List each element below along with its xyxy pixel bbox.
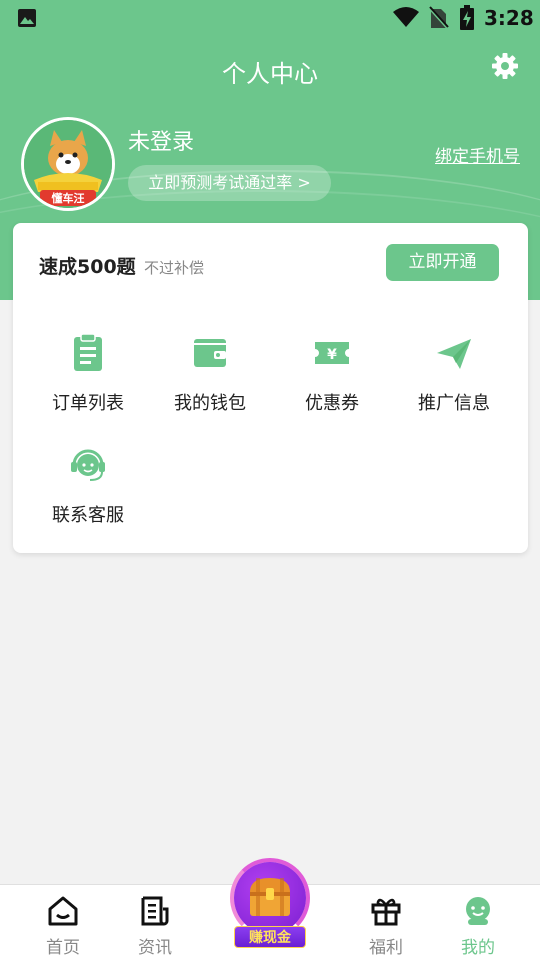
tab-label: 首页	[46, 938, 80, 958]
menu-item-customer-service[interactable]: 联系客服	[26, 445, 150, 545]
dog-mascot-icon: 懂车汪	[24, 120, 112, 208]
menu-item-promotion[interactable]: 推广信息	[392, 333, 516, 433]
menu-item-label: 订单列表	[52, 393, 124, 414]
svg-text:¥: ¥	[327, 347, 337, 363]
activate-now-button[interactable]: 立即开通	[386, 244, 499, 281]
status-bar: 3:28	[0, 0, 540, 36]
news-icon	[141, 896, 169, 926]
clipboard-icon	[74, 333, 102, 371]
predict-pass-rate-button[interactable]: 立即预测考试通过率 >	[128, 165, 331, 201]
earn-cash-label: 赚现金	[234, 926, 306, 948]
gear-icon[interactable]	[490, 51, 520, 81]
status-time: 3:28	[484, 6, 534, 30]
no-sim-icon	[428, 6, 449, 29]
menu-item-label: 推广信息	[418, 393, 490, 414]
tab-label: 福利	[369, 938, 403, 958]
menu-item-wallet[interactable]: 我的钱包	[148, 333, 272, 433]
gift-icon	[371, 898, 401, 926]
menu-item-label: 我的钱包	[174, 393, 246, 414]
wifi-icon	[393, 7, 419, 27]
promo-subtitle: 不过补偿	[144, 259, 205, 277]
tab-news[interactable]: 资讯	[110, 885, 200, 960]
tab-welfare[interactable]: 福利	[341, 885, 431, 960]
treasure-chest-icon	[250, 878, 290, 916]
promo-card: 速成500题 不过补偿 立即开通 订单列表 我的钱包 ¥ 优惠券 推广信息 联系…	[13, 223, 528, 553]
tab-home[interactable]: 首页	[18, 885, 108, 960]
battery-charging-icon	[460, 5, 474, 30]
profile-icon	[466, 897, 490, 925]
tab-label: 我的	[461, 938, 495, 958]
avatar[interactable]: 懂车汪	[21, 117, 115, 211]
wallet-icon	[194, 339, 226, 367]
tab-label: 资讯	[138, 938, 172, 958]
page-title: 个人中心	[222, 60, 318, 88]
menu-item-orders[interactable]: 订单列表	[26, 333, 150, 433]
paper-plane-icon	[437, 339, 471, 369]
tab-mine[interactable]: 我的	[433, 885, 523, 960]
home-icon	[48, 896, 78, 926]
customer-service-icon	[71, 449, 105, 481]
promo-title: 速成500题	[39, 256, 136, 278]
tab-earn-cash[interactable]: 赚现金	[228, 858, 312, 954]
bind-phone-link[interactable]: 绑定手机号	[420, 142, 520, 167]
image-icon	[18, 9, 36, 27]
login-status[interactable]: 未登录	[128, 124, 194, 156]
coupon-icon: ¥	[315, 342, 349, 364]
menu-item-label: 联系客服	[52, 505, 124, 526]
menu-item-label: 优惠券	[305, 393, 359, 414]
menu-item-coupons[interactable]: ¥ 优惠券	[270, 333, 394, 433]
avatar-brand-text: 懂车汪	[52, 191, 85, 205]
